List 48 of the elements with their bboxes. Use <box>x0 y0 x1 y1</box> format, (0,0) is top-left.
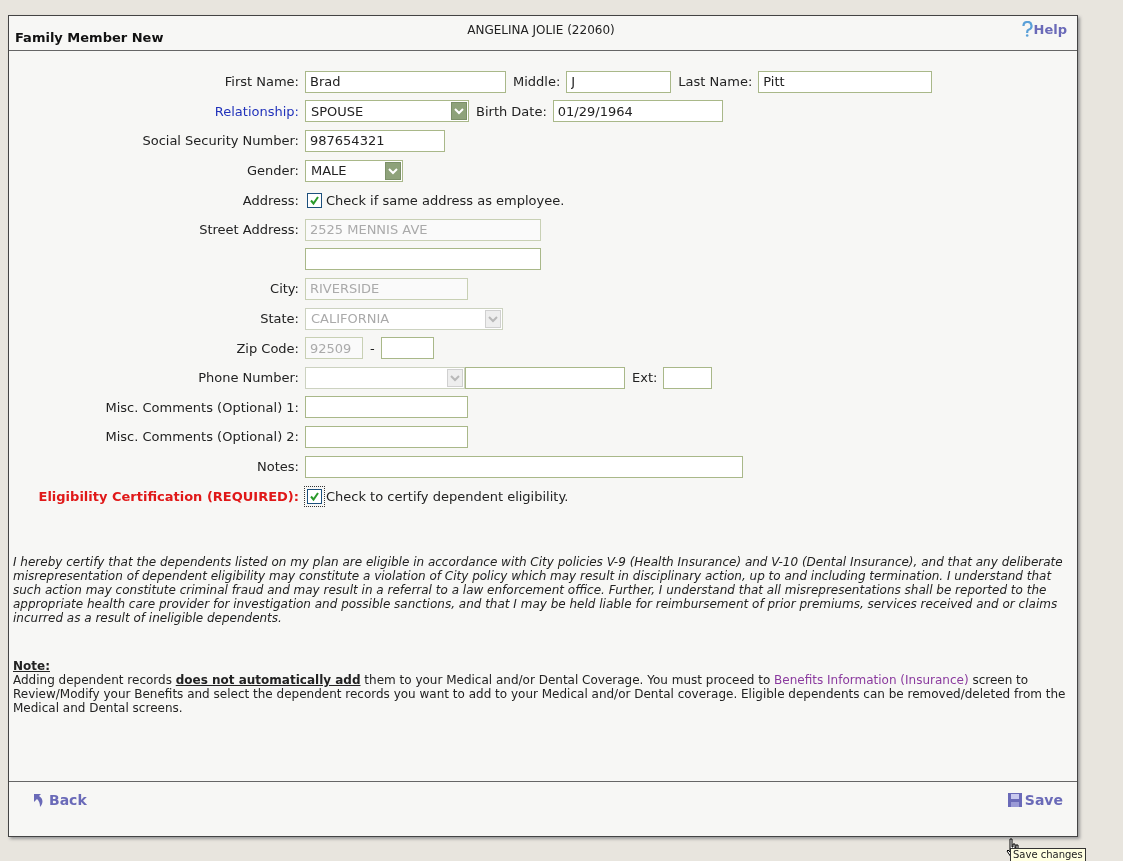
text-field[interactable] <box>305 396 468 419</box>
checkbox[interactable]: Check to certify dependent eligibility. <box>305 488 569 504</box>
field-label: Misc. Comments (Optional) 1: <box>104 399 300 415</box>
field-label: Address: <box>241 192 300 208</box>
text-field[interactable]: J <box>566 70 672 93</box>
text-field[interactable] <box>305 455 743 478</box>
text-field[interactable] <box>305 425 468 448</box>
field-label: Misc. Comments (Optional) 2: <box>104 429 300 445</box>
note-text: Adding dependent records does not automatically add them to your Medical and/or Dental Coverage. You must proceed to Benefits Information (Insurance) screen to Review/Modify your Benefits and select the dependent records you want to add to your Medical and/or Dental coverage. Eligible dependents can be removed/deleted from the Medical and Dental screens. <box>13 672 1066 715</box>
checkmark-icon <box>309 194 320 206</box>
page-title: Family Member New <box>15 28 165 45</box>
benefits-link[interactable]: Benefits Information (Insurance) <box>774 672 969 687</box>
checkmark-icon <box>309 490 320 502</box>
help-icon <box>1021 21 1033 37</box>
field-label: Birth Date: <box>476 103 547 119</box>
save-button[interactable]: Save <box>1006 792 1063 808</box>
text-field[interactable]: Pitt <box>758 70 933 93</box>
field-label: Social Security Number: <box>141 133 300 149</box>
field-label: First Name: <box>223 74 300 90</box>
field-label: Phone Number: <box>197 370 300 386</box>
text-field[interactable] <box>380 337 434 360</box>
dropdown-field[interactable]: SPOUSE <box>305 100 469 123</box>
field-label: Eligibility Certification (REQUIRED): <box>37 488 300 504</box>
field-label: State: <box>259 311 300 327</box>
text-field[interactable] <box>465 366 625 389</box>
back-button[interactable]: Back <box>31 792 87 808</box>
dropdown-field[interactable]: MALE <box>305 159 403 182</box>
note-heading: Note: <box>13 658 51 673</box>
field-label: Ext: <box>632 370 658 386</box>
certification-text: I hereby certify that the dependents listed on my plan are eligible in accordance with City policies V-9 (Health Insurance) and V-10 (Dental Insurance), and that any deliberate misrepresentation of dependent eligibility may constitute a violation of City policy which may result in disciplinary action, up to and including termination. I understand that such action may constitute criminal fraud and may result in a referral to a law enforcement office. Further, I understand that all misrepresentations shall be reported to the appropriate health care provider for investigation and possible sanctions, and that I may be held liable for reimbursement of prior premiums, services received and or claims incurred as a result of ineligible dependents. <box>13 554 1064 625</box>
field-label: Middle: <box>513 74 561 90</box>
field-label: - <box>370 340 375 356</box>
field-label: Zip Code: <box>235 340 300 356</box>
checkbox[interactable]: Check if same address as employee. <box>305 192 565 208</box>
tooltip: Save changes <box>1010 848 1086 861</box>
help-link[interactable]: Help <box>1021 21 1067 45</box>
text-field[interactable]: 01/29/1964 <box>552 100 723 123</box>
field-label: Notes: <box>256 459 300 474</box>
employee-name: ANGELINA JOLIE (22060) <box>466 23 616 39</box>
field-label: City: <box>269 281 300 297</box>
field-label: Street Address: <box>198 222 300 238</box>
field-label: Gender: <box>245 163 300 179</box>
field-link[interactable]: Relationship: <box>9 103 305 119</box>
text-field[interactable]: Brad <box>305 70 506 93</box>
text-field[interactable] <box>663 366 713 389</box>
text-field[interactable] <box>305 248 541 271</box>
field-label: Last Name: <box>678 74 753 90</box>
text-field[interactable]: 987654321 <box>305 130 445 152</box>
